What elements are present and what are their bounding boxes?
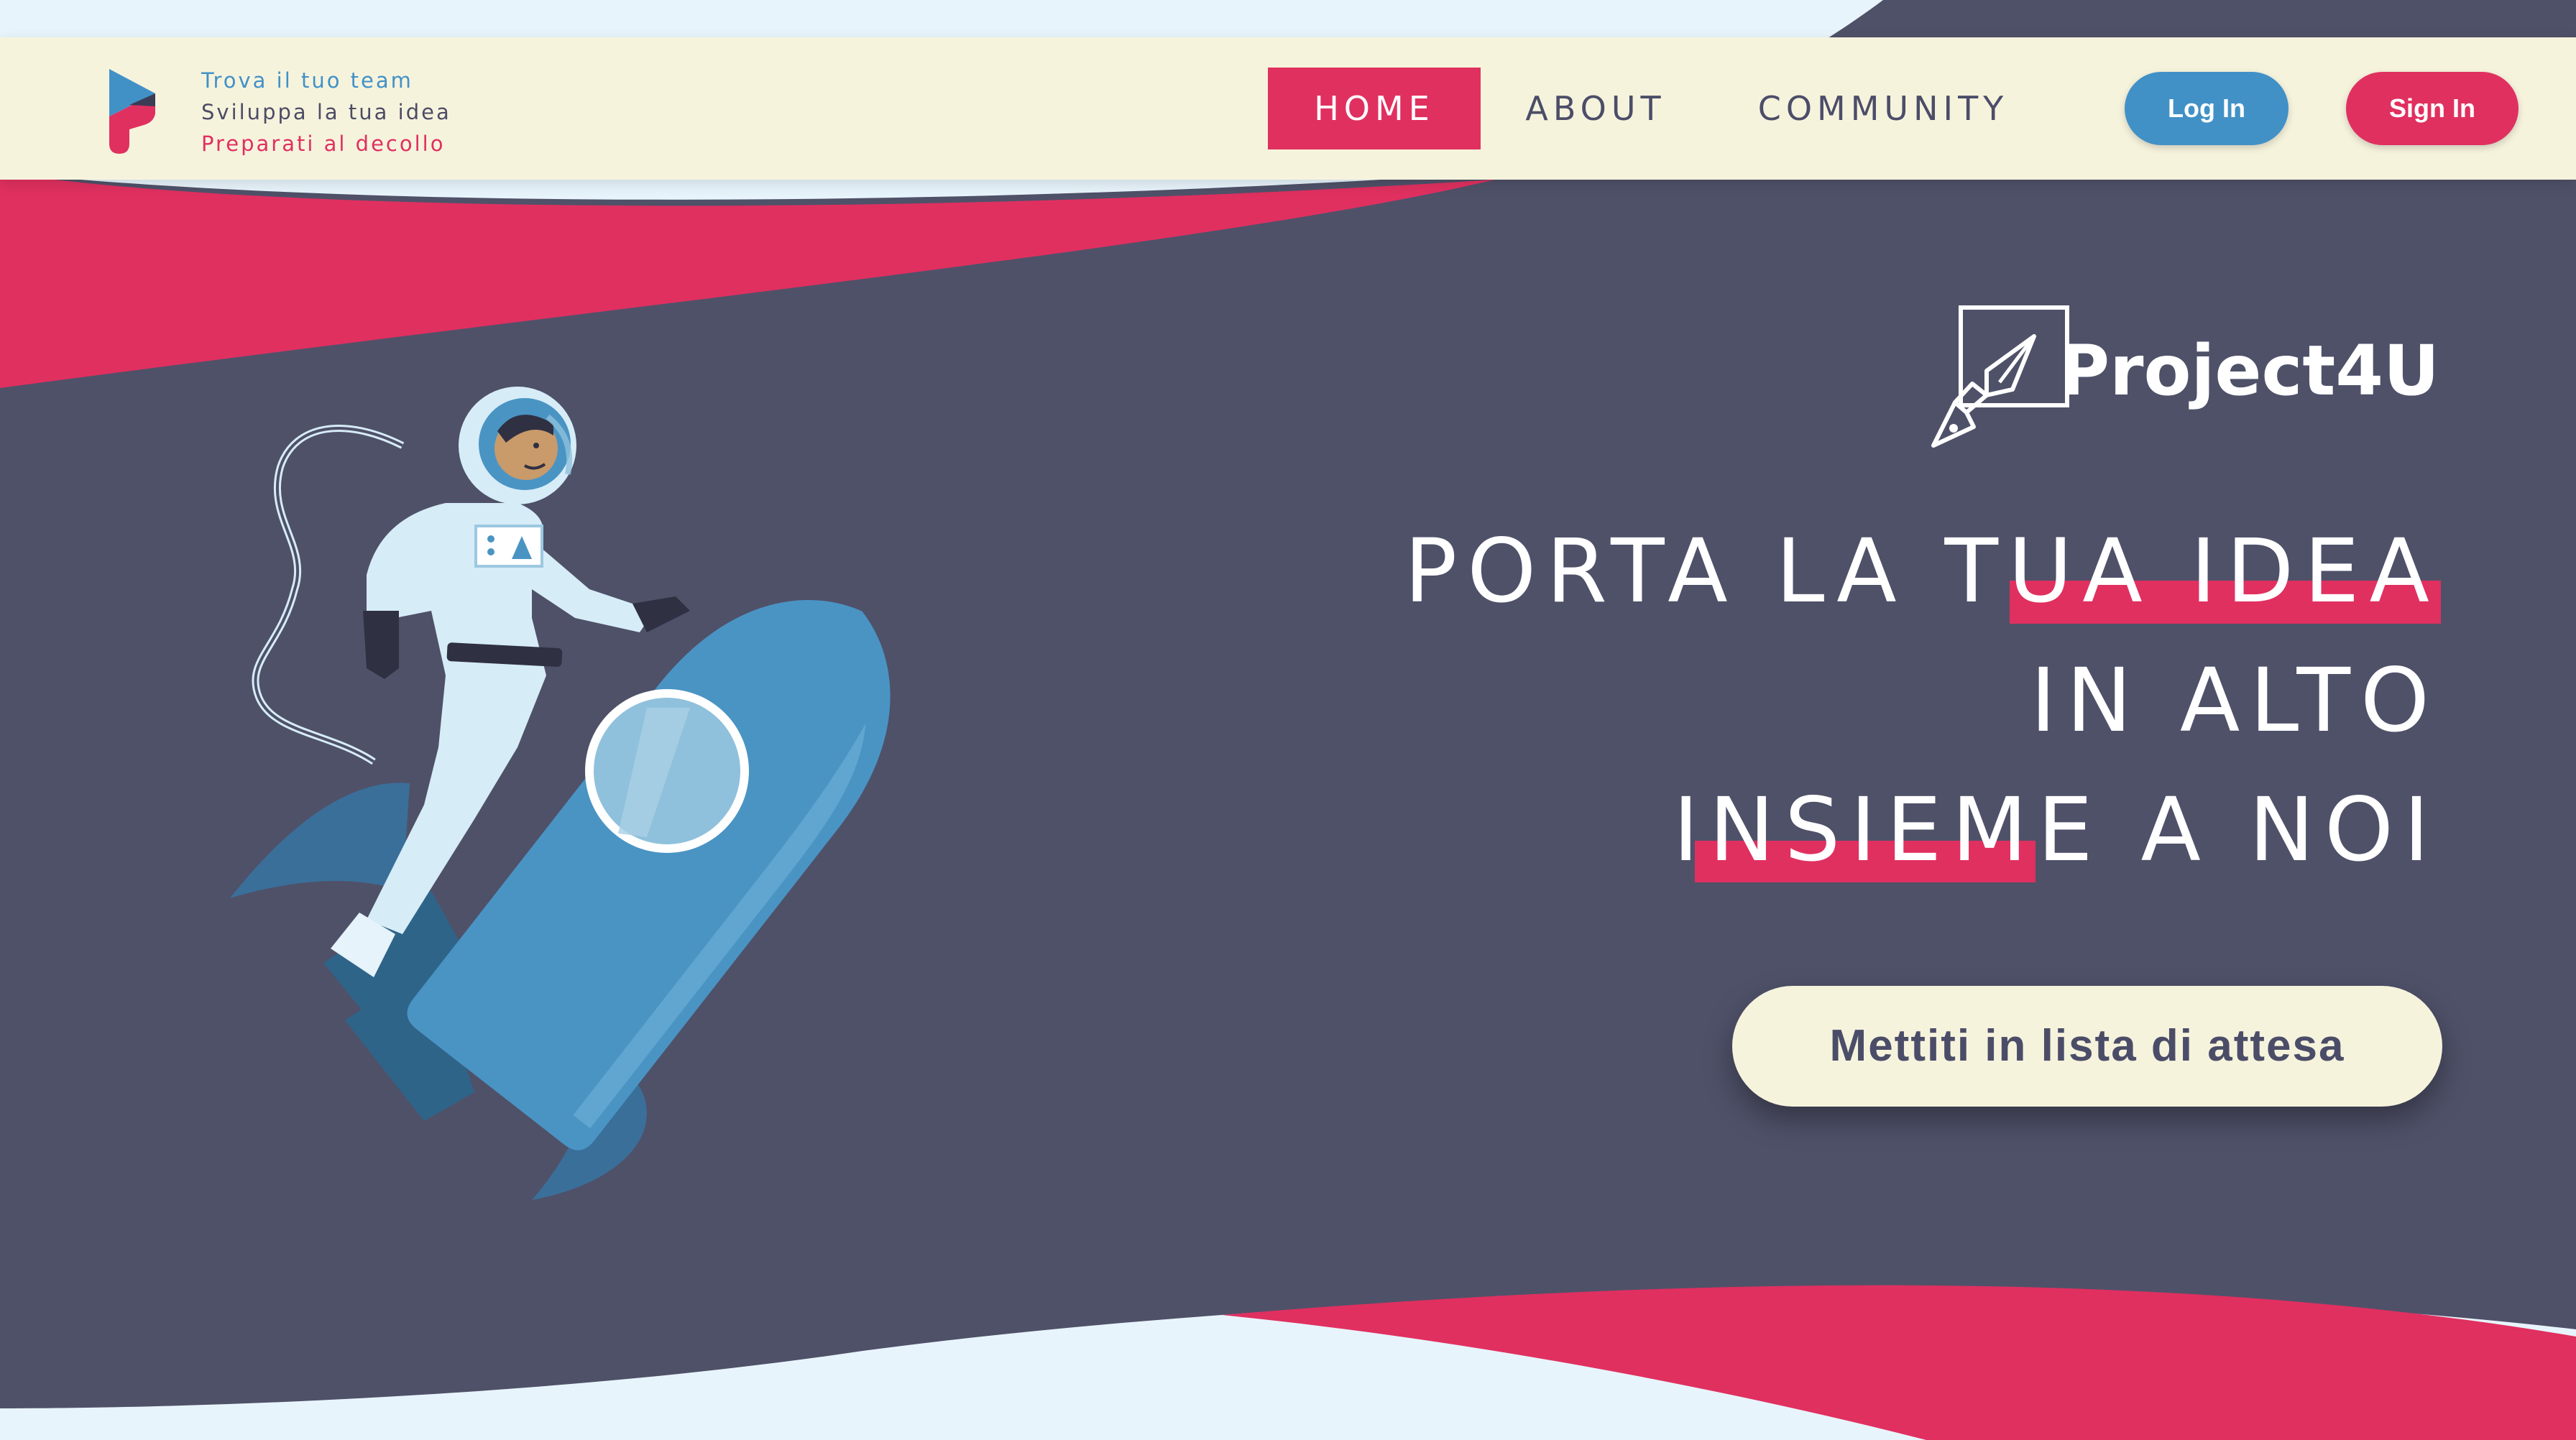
headline-line-1: PORTA LA TUA IDEA [1404,520,2439,622]
brand-name: Project4U [2058,331,2439,411]
pen-nib-square-icon [1931,305,2069,448]
top-navbar: Trova il tuo team Sviluppa la tua idea P… [0,37,2576,180]
waitlist-cta-button[interactable]: Mettiti in lista di attesa [1732,986,2442,1107]
nav-about[interactable]: ABOUT [1517,68,1675,149]
astronaut-rocket-illustration [230,387,891,1200]
headline-line-2: IN ALTO [2030,650,2439,752]
signup-button[interactable]: Sign In [2346,72,2518,145]
headline-line-3: INSIEME A NOI [1673,779,2439,881]
tagline-find-team: Trova il tuo team [201,68,413,93]
tagline-group: Trova il tuo team Sviluppa la tua idea P… [201,65,451,160]
nav-community[interactable]: COMMUNITY [1747,68,2020,149]
nav-home[interactable]: HOME [1268,68,1481,149]
tagline-develop-idea: Sviluppa la tua idea [201,100,451,124]
project4u-logo-icon[interactable] [101,63,172,157]
tagline-prepare-launch: Preparati al decollo [201,131,446,156]
login-button[interactable]: Log In [2125,72,2288,145]
